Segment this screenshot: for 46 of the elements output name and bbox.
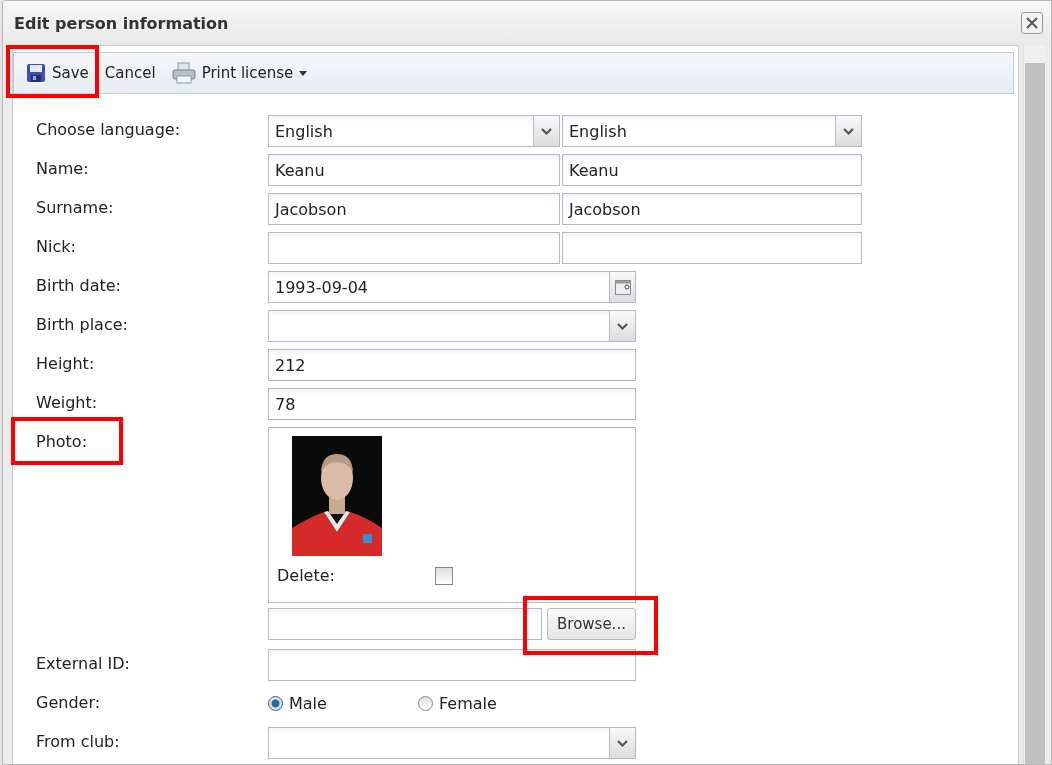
chevron-down-icon [541,127,552,135]
dropdown[interactable]: English [562,115,862,147]
close-icon [1025,16,1039,30]
field-label: Choose language: [36,120,181,139]
field-label: Surname: [36,198,114,217]
toolbar-button[interactable]: Cancel [98,60,162,86]
field-label: Weight: [36,393,98,412]
dropdown[interactable]: English [268,115,560,147]
text-field[interactable]: 78 [268,388,636,420]
field-label: Gender: [36,693,101,712]
printer-icon [171,62,196,84]
menu-button[interactable]: Print license [165,58,314,88]
dropdown[interactable] [268,310,636,342]
chevron-down-icon [617,322,628,330]
text-field[interactable] [268,232,560,264]
caret-icon [299,70,308,76]
scrollbar[interactable] [1023,45,1045,764]
chevron-down-icon [843,127,854,135]
field-label: External ID: [36,654,130,673]
text-field[interactable]: Keanu [268,154,560,186]
toolbar-button[interactable]: Save [20,59,95,87]
calendar-icon [614,279,631,295]
text-field[interactable] [562,232,862,264]
browse-button[interactable]: Browse... [547,608,636,640]
field-label: Name: [36,159,89,178]
radio-option[interactable]: Male [268,694,418,713]
field-label: Birth place: [36,315,128,334]
text-field[interactable]: Jacobson [562,193,862,225]
text-field[interactable]: Jacobson [268,193,560,225]
text-field[interactable]: 212 [268,349,636,381]
radio-option[interactable]: Female [418,694,568,713]
field-label: Height: [36,354,95,373]
text-field[interactable]: Keanu [562,154,862,186]
delete-label: Delete: [277,566,336,585]
window-title: Edit person information [14,13,229,33]
field-label: Nick: [36,237,76,256]
file-path-field[interactable] [268,608,542,640]
chevron-down-icon [617,739,628,747]
text-field[interactable] [268,649,636,681]
checkbox[interactable] [435,566,453,585]
field-label: Photo: [36,432,88,451]
date-field[interactable]: 1993-09-04 [268,271,636,303]
field-label: Birth date: [36,276,121,295]
close-button[interactable] [1021,12,1043,34]
dropdown[interactable] [268,727,636,759]
field-label: From club: [36,732,120,751]
